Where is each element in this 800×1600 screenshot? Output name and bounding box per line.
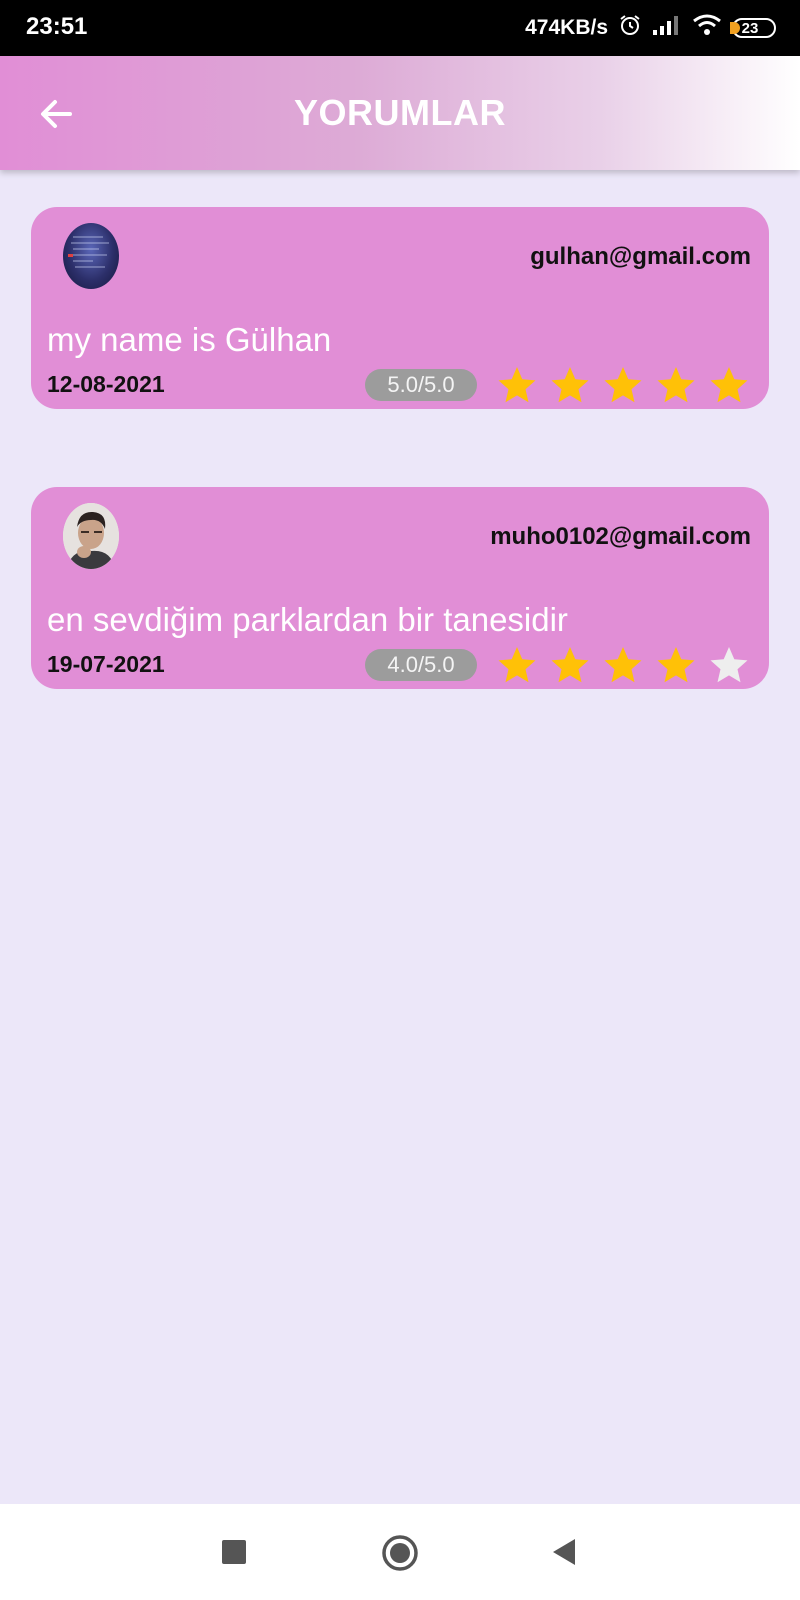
review-comment: en sevdiğim parklardan bir tanesidir (47, 601, 568, 638)
circle-icon (382, 1535, 418, 1571)
star-filled-icon[interactable] (497, 365, 537, 405)
star-filled-icon[interactable] (656, 645, 696, 685)
avatar (63, 503, 119, 569)
system-back-button[interactable] (551, 1537, 577, 1572)
star-rating[interactable] (497, 365, 749, 405)
avatar (63, 223, 119, 289)
rating-badge: 4.0/5.0 (365, 649, 477, 681)
alarm-icon (618, 13, 642, 43)
review-card: muho0102@gmail.com en sevdiğim parklarda… (31, 487, 769, 689)
review-date: 19-07-2021 (47, 651, 165, 677)
star-filled-icon[interactable] (603, 365, 643, 405)
review-card: gulhan@gmail.com my name is Gülhan 12-08… (31, 207, 769, 409)
status-time: 23:51 (26, 13, 88, 40)
home-button[interactable] (381, 1534, 419, 1577)
network-speed: 474KB/s (525, 16, 608, 39)
star-filled-icon[interactable] (550, 645, 590, 685)
square-icon (222, 1540, 246, 1564)
review-email: gulhan@gmail.com (530, 243, 751, 270)
wifi-icon (692, 14, 722, 42)
star-filled-icon[interactable] (709, 365, 749, 405)
review-comment: my name is Gülhan (47, 321, 332, 358)
battery-icon: 23 (730, 18, 776, 38)
battery-level: 23 (741, 19, 759, 37)
signal-icon (652, 14, 682, 42)
page-title: YORUMLAR (294, 92, 506, 133)
navigation-bar (0, 1504, 800, 1600)
recent-apps-button[interactable] (221, 1539, 247, 1570)
app-bar: YORUMLAR (0, 56, 800, 170)
star-empty-icon[interactable] (709, 645, 749, 685)
review-email: muho0102@gmail.com (490, 523, 751, 550)
star-filled-icon[interactable] (550, 365, 590, 405)
star-filled-icon[interactable] (656, 365, 696, 405)
rating-badge: 5.0/5.0 (365, 369, 477, 401)
review-date: 12-08-2021 (47, 371, 165, 397)
star-filled-icon[interactable] (603, 645, 643, 685)
status-bar: 23:51 474KB/s 23 (0, 0, 800, 56)
status-icons: 474KB/s 23 (525, 13, 776, 43)
star-rating[interactable] (497, 645, 749, 685)
triangle-back-icon (553, 1539, 575, 1565)
star-filled-icon[interactable] (497, 645, 537, 685)
